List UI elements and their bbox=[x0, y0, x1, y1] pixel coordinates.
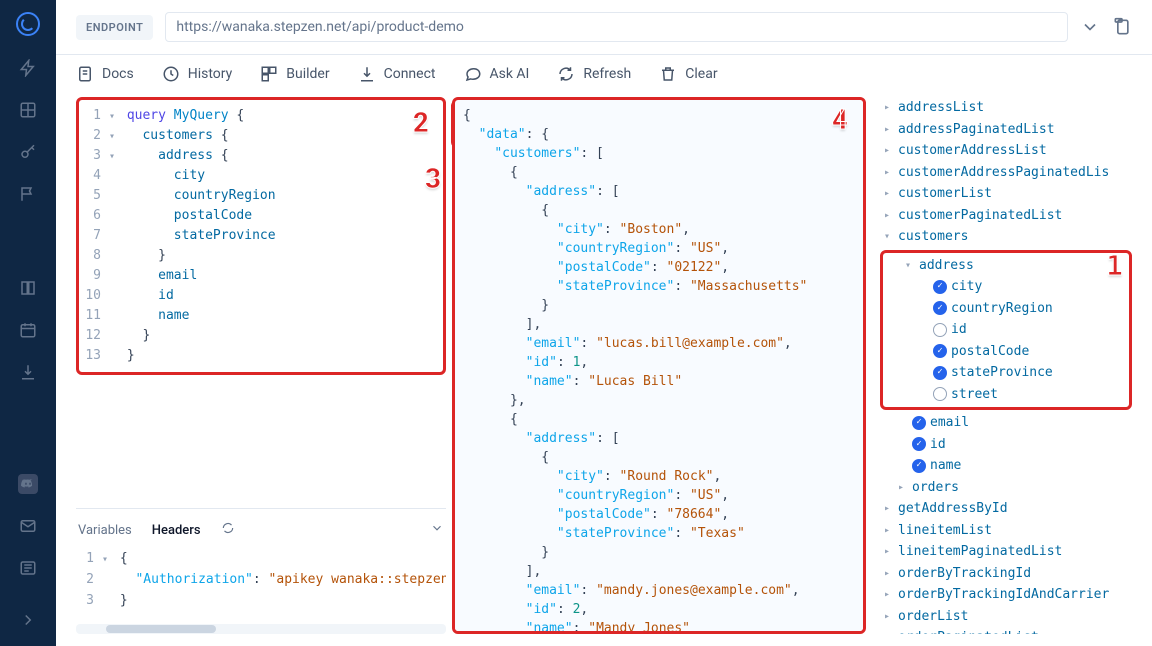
variables-panel: Variables Headers 1▾ {2 "Authorization":… bbox=[76, 508, 446, 634]
panel-icon[interactable] bbox=[18, 100, 38, 120]
explorer-item[interactable]: countryRegion bbox=[887, 298, 1125, 320]
explorer-item[interactable]: ▸orderList bbox=[880, 606, 1132, 628]
mail-icon[interactable] bbox=[18, 516, 38, 536]
flag-icon[interactable] bbox=[18, 184, 38, 204]
chevron-down-icon[interactable] bbox=[430, 521, 444, 539]
explorer-item[interactable]: id bbox=[887, 319, 1125, 341]
lightning-icon[interactable] bbox=[18, 58, 38, 78]
annotation-3: 3 bbox=[425, 162, 441, 195]
key-icon[interactable] bbox=[18, 142, 38, 162]
horizontal-scrollbar[interactable] bbox=[76, 624, 446, 634]
tab-headers[interactable]: Headers bbox=[152, 523, 201, 538]
explorer-item[interactable]: ▸orders bbox=[880, 477, 1132, 499]
explorer-item[interactable]: ▸lineitemList bbox=[880, 520, 1132, 542]
toolbar: Docs History Builder Connect Ask AI Refr… bbox=[56, 55, 1152, 97]
explorer-item[interactable]: street bbox=[887, 384, 1125, 406]
expand-icon[interactable] bbox=[18, 610, 38, 630]
connect-button[interactable]: Connect bbox=[358, 65, 436, 83]
annotation-4: 4 bbox=[832, 103, 848, 136]
explorer-item[interactable]: ▸getAddressById bbox=[880, 498, 1132, 520]
chevron-down-icon[interactable] bbox=[1080, 17, 1100, 37]
download-icon[interactable] bbox=[18, 362, 38, 382]
refresh-button[interactable]: Refresh bbox=[557, 65, 631, 83]
builder-button[interactable]: Builder bbox=[260, 65, 329, 83]
endpoint-bar: ENDPOINT https://wanaka.stepzen.net/api/… bbox=[56, 0, 1152, 55]
left-nav bbox=[0, 0, 56, 646]
explorer-item[interactable]: email bbox=[880, 412, 1132, 434]
stepzen-logo-icon bbox=[16, 12, 40, 36]
clear-button[interactable]: Clear bbox=[659, 65, 717, 83]
explorer-item[interactable]: ▾address bbox=[887, 255, 1125, 277]
explorer-item[interactable]: ▸customerList bbox=[880, 183, 1132, 205]
explorer-item[interactable]: stateProvince bbox=[887, 362, 1125, 384]
explorer-item[interactable]: ▸orderByTrackingIdAndCarrier bbox=[880, 584, 1132, 606]
explorer-panel: ▸addressList▸addressPaginatedList▸custom… bbox=[872, 97, 1132, 634]
docs-button[interactable]: Docs bbox=[76, 65, 134, 83]
book-icon[interactable] bbox=[18, 278, 38, 298]
result-viewer[interactable]: { "data": { "customers": [ { "address": … bbox=[452, 97, 866, 634]
explorer-item[interactable]: ▸addressList bbox=[880, 97, 1132, 119]
explorer-item[interactable]: ▸lineitemPaginatedList bbox=[880, 541, 1132, 563]
calendar-icon[interactable] bbox=[18, 320, 38, 340]
explorer-item[interactable]: ▸orderByTrackingId bbox=[880, 563, 1132, 585]
explorer-item[interactable]: id bbox=[880, 434, 1132, 456]
explorer-item[interactable]: ▸customerPaginatedList bbox=[880, 205, 1132, 227]
explorer-item[interactable]: ▸addressPaginatedList bbox=[880, 119, 1132, 141]
ask-ai-button[interactable]: Ask AI bbox=[464, 65, 530, 83]
endpoint-url-input[interactable]: https://wanaka.stepzen.net/api/product-d… bbox=[165, 12, 1068, 42]
tab-variables[interactable]: Variables bbox=[78, 523, 132, 538]
explorer-item[interactable]: postalCode bbox=[887, 341, 1125, 363]
annotation-2: 2 bbox=[413, 106, 429, 139]
headers-editor[interactable]: 1▾ {2 "Authorization": "apikey wanaka::s… bbox=[76, 549, 446, 618]
history-button[interactable]: History bbox=[162, 65, 233, 83]
clipboard-icon[interactable] bbox=[1112, 17, 1132, 37]
discord-icon[interactable] bbox=[18, 474, 38, 494]
explorer-item[interactable]: ▸customerAddressList bbox=[880, 140, 1132, 162]
refresh-icon[interactable] bbox=[221, 521, 235, 539]
query-editor[interactable]: 1▾ query MyQuery {2▾ customers {3▾ addre… bbox=[76, 97, 446, 375]
explorer-item[interactable]: ▸customerAddressPaginatedLis bbox=[880, 162, 1132, 184]
endpoint-label: ENDPOINT bbox=[76, 15, 153, 40]
explorer-item[interactable]: city bbox=[887, 276, 1125, 298]
explorer-item[interactable]: ▸orderPaginatedList bbox=[880, 627, 1132, 634]
explorer-item[interactable]: name bbox=[880, 455, 1132, 477]
news-icon[interactable] bbox=[18, 558, 38, 578]
explorer-item[interactable]: ▾customers bbox=[880, 226, 1132, 248]
